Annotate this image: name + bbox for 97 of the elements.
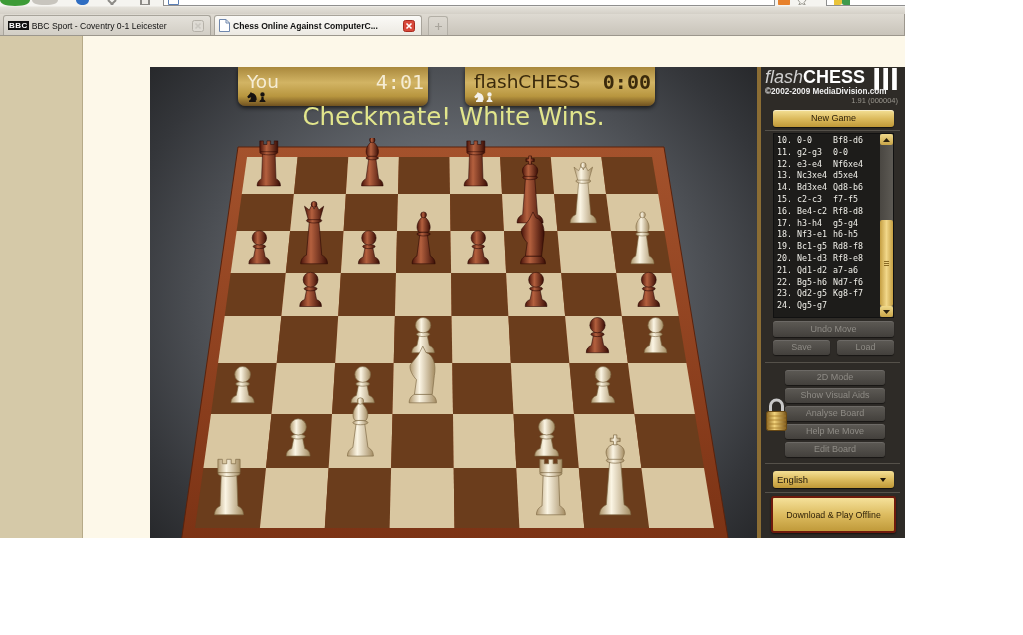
search-engine-icon: [834, 0, 850, 5]
close-icon[interactable]: [403, 19, 415, 32]
scroll-down-button[interactable]: [880, 306, 893, 317]
board-square: [389, 468, 455, 528]
board-square: [335, 316, 395, 363]
move-text[interactable]: a7-a6: [833, 264, 880, 277]
browser-tab[interactable]: Chess Online Against ComputerC...: [214, 15, 422, 35]
back-icon[interactable]: [0, 0, 30, 6]
move-text[interactable]: Kg8-f7: [833, 288, 880, 301]
move-text[interactable]: Qd2-g5: [797, 288, 833, 301]
grip-icon: [884, 260, 889, 266]
board-square: [398, 157, 450, 194]
board-square: [453, 468, 520, 528]
move-text[interactable]: Ne1-d3: [797, 252, 833, 265]
move-text[interactable]: Bf8-d6: [833, 135, 880, 147]
move-number: 14.: [777, 182, 793, 194]
plus-icon: [434, 22, 442, 30]
move-text[interactable]: Nf6xe4: [833, 158, 880, 171]
move-text[interactable]: Qd1-d2: [797, 264, 833, 277]
board-square: [276, 316, 339, 363]
board-square: [510, 363, 574, 414]
caret-down-icon: [880, 477, 886, 482]
move-number: 18.: [777, 229, 793, 242]
tab-title: BBC Sport - Coventry 0-1 Leicester: [31, 19, 168, 32]
move-text[interactable]: Rd8-f8: [833, 241, 880, 253]
scrollbar-thumb[interactable]: [880, 220, 893, 306]
move-text[interactable]: Rf8-e8: [833, 252, 880, 265]
move-text[interactable]: g5-g4: [833, 217, 880, 230]
home-icon[interactable]: [139, 0, 151, 5]
move-text[interactable]: h3-h4: [797, 217, 833, 230]
move-number: 21.: [777, 264, 793, 277]
move-number: 12.: [777, 158, 793, 171]
move-text[interactable]: Nd7-f6: [833, 276, 880, 289]
new-game-button[interactable]: New Game: [773, 110, 894, 127]
player-clock: 0:00: [602, 72, 651, 92]
move-text[interactable]: Qg5-g7: [797, 300, 833, 312]
move-number: 24.: [777, 300, 793, 312]
board-square: [453, 414, 517, 468]
board-square: [451, 316, 511, 363]
player-name: flashCHESS: [474, 72, 581, 92]
move-text[interactable]: Nc3xe4: [797, 170, 833, 183]
board-square: [391, 414, 454, 468]
board-square: [450, 194, 504, 231]
move-text[interactable]: g2-g3: [797, 146, 833, 159]
move-text[interactable]: 0-0: [797, 135, 833, 147]
board-square: [394, 273, 452, 316]
caret-down-icon: [883, 309, 890, 314]
reload-icon[interactable]: [76, 0, 89, 5]
board-square: [452, 363, 514, 414]
move-number: 22.: [777, 276, 793, 289]
move-text[interactable]: Nf3-e1: [797, 229, 833, 242]
board-square: [293, 157, 349, 194]
game-status: Checkmate! White Wins.: [301, 102, 606, 133]
move-number: 10.: [777, 135, 793, 147]
move-number: 23.: [777, 288, 793, 301]
move-number: 16.: [777, 205, 793, 218]
scroll-up-button[interactable]: [880, 134, 893, 145]
move-text[interactable]: Be4-c2: [797, 205, 833, 218]
move-text[interactable]: h6-h5: [833, 229, 880, 242]
move-number: 15.: [777, 194, 793, 206]
move-number: 13.: [777, 170, 793, 183]
move-number: 19.: [777, 241, 793, 253]
logo-text: flashCHESS: [765, 67, 866, 87]
move-text[interactable]: e3-e4: [797, 158, 833, 171]
move-text[interactable]: Bc1-g5: [797, 241, 833, 253]
caret-up-icon: [883, 137, 890, 142]
move-text[interactable]: Rf8-d8: [833, 205, 880, 218]
player-name: You: [247, 72, 279, 92]
tab-title: Chess Online Against ComputerC...: [233, 19, 379, 32]
new-tab-button[interactable]: [428, 16, 448, 35]
board-square: [338, 273, 396, 316]
browser-tab[interactable]: BBC BBC Sport - Coventry 0-1 Leicester: [3, 15, 211, 35]
board-square: [271, 363, 336, 414]
player-clock: 4:01: [375, 72, 424, 92]
download-button[interactable]: Download & Play Offline: [771, 496, 896, 533]
stop-icon[interactable]: [106, 0, 118, 5]
address-field[interactable]: [163, 0, 775, 6]
scrollbar-track[interactable]: [880, 134, 893, 317]
move-number: 20.: [777, 252, 793, 265]
search-field[interactable]: [826, 0, 905, 6]
move-text[interactable]: c2-c3: [797, 194, 833, 206]
board-square: [343, 194, 398, 231]
move-text[interactable]: Bg5-h6: [797, 276, 833, 289]
tab-logo: BBC: [8, 21, 29, 30]
page-icon: [219, 19, 230, 32]
board-square: [324, 468, 392, 528]
move-text[interactable]: d5xe4: [833, 170, 880, 183]
move-number: 17.: [777, 217, 793, 230]
move-text[interactable]: Qd8-b6: [833, 182, 880, 194]
language-dropdown[interactable]: English: [773, 471, 894, 488]
move-text[interactable]: Bd3xe4: [797, 182, 833, 194]
move-text[interactable]: f7-f5: [833, 194, 880, 206]
move-text[interactable]: 0-0: [833, 146, 880, 159]
board-square: [451, 273, 509, 316]
move-number: 11.: [777, 146, 793, 159]
board-square: [508, 316, 570, 363]
page-icon: [168, 0, 179, 5]
